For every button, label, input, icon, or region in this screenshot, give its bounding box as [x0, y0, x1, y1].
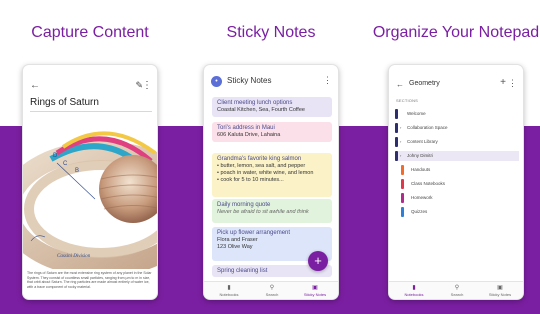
nav-label: Sticky Notes [303, 292, 327, 297]
section-color-bar [401, 165, 404, 175]
search-icon: ⚲ [454, 285, 460, 291]
section-label: Welcome [407, 111, 426, 116]
section-color-bar [401, 193, 404, 203]
nav-notebooks[interactable]: ▮ Notebooks [212, 284, 246, 297]
chevron-right-icon[interactable]: › [400, 123, 401, 133]
sticky-note-2[interactable]: Tori's address in Maui 606 Kaluta Drive,… [212, 122, 332, 142]
chevron-right-icon[interactable]: › [400, 137, 401, 147]
sections-header: SECTIONS [396, 98, 419, 103]
note-title: Pick up flower arrangement [217, 230, 291, 236]
nav-label: Notebooks [219, 292, 239, 297]
page-caption: The rings of Saturn are the most extensi… [27, 271, 152, 289]
section-label: Homework [411, 195, 433, 200]
note-title: Spring cleaning list [217, 268, 268, 274]
nav-sticky-notes[interactable]: ▣ Sticky Notes [298, 284, 332, 297]
bottom-navigation: ▮ Notebooks ⚲ Search ▣ Sticky Notes [204, 281, 338, 299]
ring-label-b: B [75, 168, 79, 174]
nav-label: Notebooks [404, 292, 424, 297]
phone-sticky-notes: • Sticky Notes ⋮ Client meeting lunch op… [203, 64, 339, 300]
section-color-bar [401, 179, 404, 189]
section-class-notebooks[interactable]: Class Notebooks [395, 179, 519, 189]
notebook-icon: ▮ [227, 285, 231, 291]
section-color-bar [395, 109, 398, 119]
section-johny-dimitri[interactable]: › Johny Dimitri [395, 151, 519, 161]
nav-search[interactable]: ⚲ Search [255, 284, 289, 297]
sticky-note-icon: ▣ [312, 285, 318, 291]
note-line: • cook for 5 to 10 minutes... [217, 177, 284, 183]
section-label: Collaboration Space [407, 125, 448, 130]
app-title: Sticky Notes [227, 76, 272, 85]
note-title: Tori's address in Maui [217, 125, 275, 131]
section-color-bar [401, 207, 404, 217]
section-color-bar [395, 123, 398, 133]
section-collaboration-space[interactable]: › Collaboration Space [395, 123, 519, 133]
section-welcome[interactable]: Welcome [395, 109, 519, 119]
note-body: Never be afraid to sit awhile and think [217, 209, 309, 215]
sticky-app-bar: • Sticky Notes ⋮ [204, 73, 338, 93]
arrow-left-icon[interactable]: ← [396, 80, 404, 89]
section-handouts[interactable]: Handouts [395, 165, 519, 175]
saturn-illustration: D C B Cassini Division [23, 131, 157, 269]
note-line: • poach in water, white wine, and lemon [217, 170, 314, 176]
section-content-library[interactable]: › Content Library [395, 137, 519, 147]
note-body: Coastal Kitchen, Sea, Fourth Coffee [217, 107, 305, 113]
section-color-bar [395, 137, 398, 147]
nav-label: Sticky Notes [488, 292, 512, 297]
section-homework[interactable]: Homework [395, 193, 519, 203]
section-color-bar [395, 151, 398, 161]
chevron-right-icon[interactable]: › [400, 151, 401, 161]
note-line: • butter, lemon, sea salt, and pepper [217, 163, 306, 169]
phone-capture-content: ← ✎ ⋮ Rings of Saturn D C B Cassini Divi… [22, 64, 158, 300]
more-vertical-icon[interactable]: ⋮ [323, 75, 332, 86]
notebook-icon: ▮ [412, 285, 416, 291]
note-title: Client meeting lunch options [217, 100, 293, 106]
sticky-notes-app-icon: • [211, 76, 222, 87]
sticky-note-1[interactable]: Client meeting lunch options Coastal Kit… [212, 97, 332, 117]
page-title: Rings of Saturn [30, 97, 99, 108]
sticky-note-icon: ▣ [497, 285, 503, 291]
nav-search[interactable]: ⚲ Search [440, 284, 474, 297]
ring-label-c: C [63, 161, 68, 167]
headline-sticky-notes: Sticky Notes [226, 24, 316, 41]
nav-label: Search [265, 292, 279, 297]
section-quizzes[interactable]: Quizzes [395, 207, 519, 217]
nav-sticky-notes[interactable]: ▣ Sticky Notes [483, 284, 517, 297]
section-label: Class Notebooks [411, 181, 446, 186]
section-label: Content Library [407, 139, 438, 144]
nav-label: Search [450, 292, 464, 297]
ring-label-d: D [53, 153, 58, 159]
section-label: Johny Dimitri [407, 153, 434, 158]
more-vertical-icon[interactable]: ⋮ [508, 78, 517, 89]
notebook-title: Geometry [409, 80, 440, 87]
note-title: Daily morning quote [217, 202, 271, 208]
headline-organize-notepad: Organize Your Notepad [372, 24, 540, 41]
section-label: Quizzes [411, 209, 428, 214]
nav-notebooks[interactable]: ▮ Notebooks [397, 284, 431, 297]
sticky-note-3[interactable]: Grandma's favorite king salmon • butter,… [212, 153, 332, 197]
section-label: Handouts [411, 167, 431, 172]
note-line: 123 Olive Way [217, 244, 253, 250]
add-section-icon[interactable]: + [500, 77, 506, 88]
sticky-note-4[interactable]: Daily morning quote Never be afraid to s… [212, 199, 332, 223]
note-title: Grandma's favorite king salmon [217, 156, 302, 162]
handwritten-label: Cassini Division [57, 254, 91, 259]
headline-capture-content: Capture Content [31, 24, 149, 41]
note-line: Flora and Fraser [217, 237, 258, 243]
phone-organize-notepad: ← Geometry + ⋮ SECTIONS Welcome › Collab… [388, 64, 524, 300]
add-note-button[interactable]: + [308, 251, 328, 271]
bottom-navigation: ▮ Notebooks ⚲ Search ▣ Sticky Notes [389, 281, 523, 299]
note-body: 606 Kaluta Drive, Lahaina [217, 132, 281, 138]
page-toolbar: ← ✎ ⋮ [23, 65, 157, 99]
more-vertical-icon[interactable]: ⋮ [142, 80, 152, 91]
arrow-left-icon[interactable]: ← [30, 80, 40, 91]
search-icon: ⚲ [269, 285, 275, 291]
